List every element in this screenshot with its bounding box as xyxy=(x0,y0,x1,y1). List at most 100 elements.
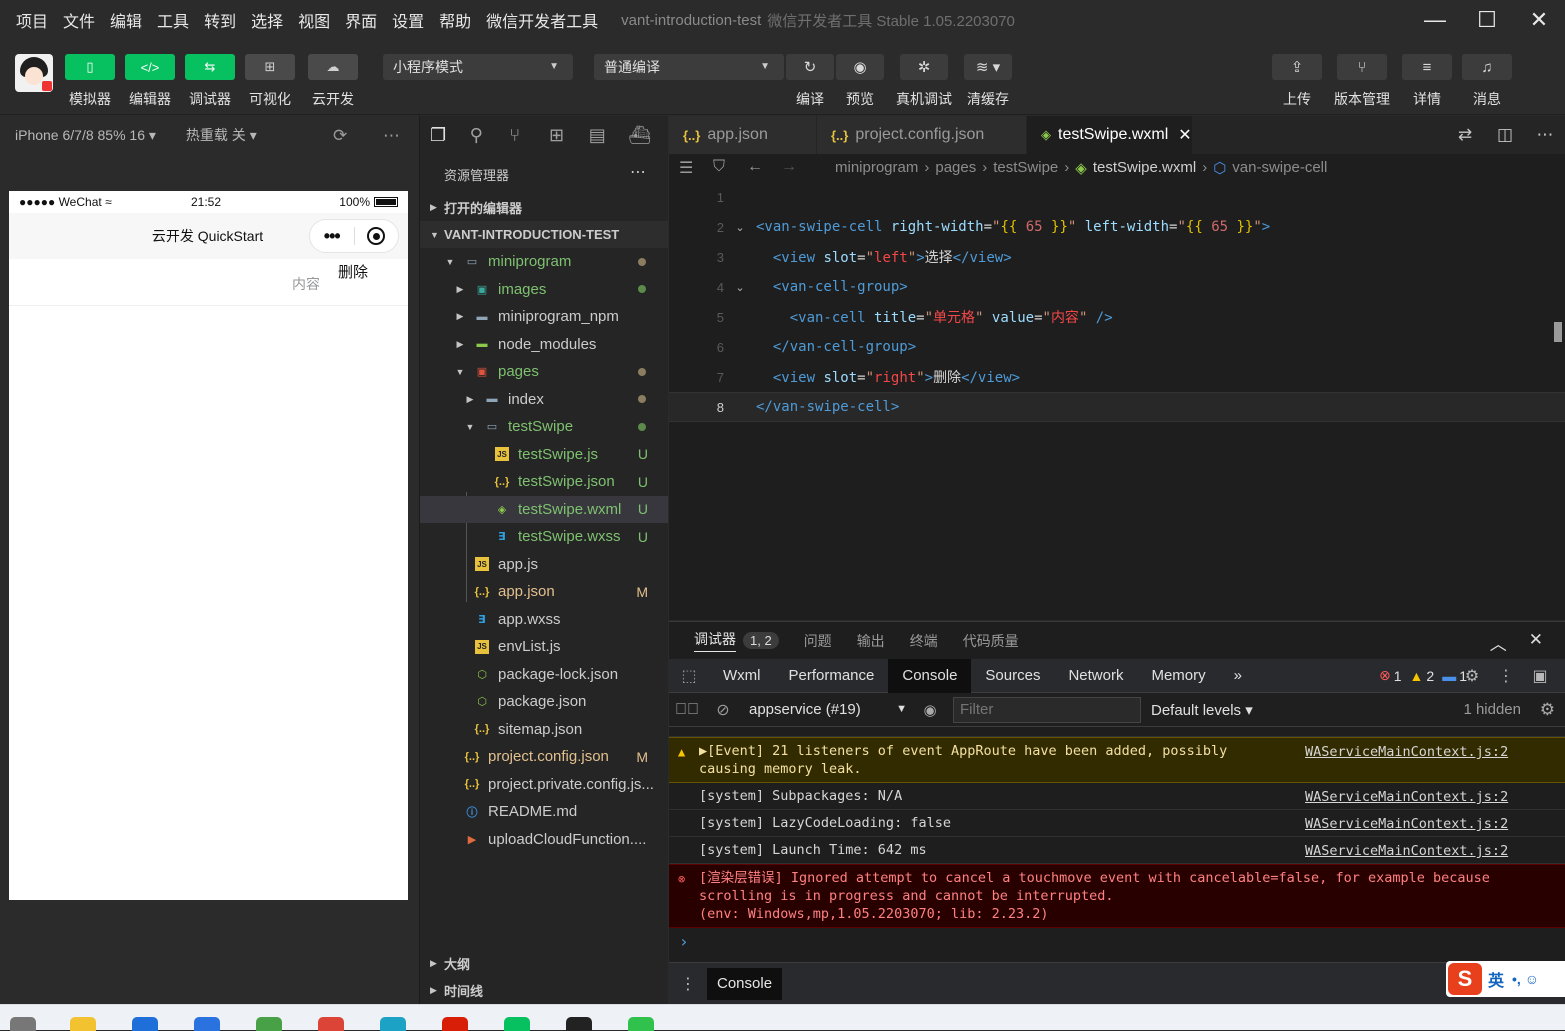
delete-action[interactable]: 删除 xyxy=(338,261,368,282)
menu-item[interactable]: 文件 xyxy=(63,8,95,32)
outline-section[interactable]: ▶ 大纲 xyxy=(420,950,668,977)
tree-item[interactable]: JS app.js xyxy=(420,551,668,579)
tab-terminal[interactable]: 终端 xyxy=(910,631,938,651)
compile-button[interactable]: ↻ xyxy=(786,54,834,80)
edge-app-icon[interactable] xyxy=(380,1017,406,1031)
cloud-toggle-button[interactable]: ☁ xyxy=(308,54,358,80)
app-icon[interactable] xyxy=(256,1017,282,1031)
wechat-app-icon[interactable] xyxy=(628,1017,654,1031)
menu-item[interactable]: 视图 xyxy=(298,8,330,32)
breadcrumb-item[interactable]: pages xyxy=(935,159,976,177)
tree-item[interactable]: ⬡ package-lock.json xyxy=(420,661,668,689)
menu-item[interactable]: 设置 xyxy=(392,8,424,32)
tree-item[interactable]: {..} app.json M xyxy=(420,578,668,606)
ime-toolbar[interactable]: S 英 •, ☺ xyxy=(1446,961,1565,997)
tab-output[interactable]: 输出 xyxy=(857,631,885,651)
user-avatar[interactable] xyxy=(15,54,53,92)
back-arrow-icon[interactable]: ← xyxy=(747,158,781,178)
netease-app-icon[interactable] xyxy=(442,1017,468,1031)
phone-toggle-button[interactable]: ▯ xyxy=(65,54,115,80)
inspect-icon[interactable]: ⬚ xyxy=(669,666,709,686)
upload-button[interactable]: ⇪ xyxy=(1272,54,1322,80)
tree-item[interactable]: ▼ ▭ testSwipe xyxy=(420,413,668,441)
layout-toggle-button[interactable]: ⊞ xyxy=(245,54,295,80)
close-panel-icon[interactable]: ✕ xyxy=(1529,630,1543,655)
open-editors-section[interactable]: ▶ 打开的编辑器 xyxy=(420,194,668,221)
preview-button[interactable]: ◉ xyxy=(836,54,884,80)
mail-app-icon[interactable] xyxy=(132,1017,158,1031)
fold-icon[interactable]: ⌄ xyxy=(724,221,756,234)
branch-button[interactable]: ⑂ xyxy=(1337,54,1387,80)
settings-icon[interactable]: ⚙ xyxy=(1455,666,1489,686)
explorer-app-icon[interactable] xyxy=(70,1017,96,1031)
sidebar-toggle-icon[interactable]: ▶⃞ xyxy=(669,701,705,719)
code-toggle-button[interactable]: </> xyxy=(125,54,175,80)
more-icon[interactable]: ⋯ xyxy=(630,162,646,182)
project-section[interactable]: ▼ VANT-INTRODUCTION-TEST xyxy=(420,221,668,248)
close-mp-icon[interactable] xyxy=(354,227,398,245)
minimize-button[interactable]: — xyxy=(1409,0,1461,40)
console-prompt[interactable]: › xyxy=(669,928,1565,956)
close-tab-icon[interactable]: ✕ xyxy=(1178,125,1191,145)
compile-select[interactable]: 普通编译 ▼ xyxy=(594,54,784,80)
menu-item[interactable]: 工具 xyxy=(157,8,189,32)
breadcrumb-item[interactable]: van-swipe-cell xyxy=(1232,159,1327,177)
collapse-panel-icon[interactable]: ︿ xyxy=(1490,630,1507,655)
tab-debugger[interactable]: 调试器 xyxy=(694,629,736,652)
hot-reload-select[interactable]: 热重载 关 ▾ xyxy=(186,125,257,145)
menu-item[interactable]: 选择 xyxy=(251,8,283,32)
context-select[interactable]: appservice (#19) ▼ xyxy=(749,701,907,718)
drawer-console-tab[interactable]: Console xyxy=(707,967,783,1000)
tab-code-quality[interactable]: 代码质量 xyxy=(963,631,1019,651)
menu-item[interactable]: 界面 xyxy=(345,8,377,32)
breadcrumb-item[interactable]: testSwipe xyxy=(993,159,1058,177)
source-link[interactable]: WAServiceMainContext.js:2 xyxy=(1305,816,1508,832)
tree-item[interactable]: ∃ testSwipe.wxss U xyxy=(420,523,668,551)
devtools-tab-network[interactable]: Network xyxy=(1054,659,1137,693)
breadcrumb-item[interactable]: testSwipe.wxml xyxy=(1093,159,1196,177)
list-icon[interactable]: ☰ xyxy=(679,158,713,178)
dock-icon[interactable]: ▣ xyxy=(1523,666,1557,686)
drawer-menu-icon[interactable]: ⋮ xyxy=(669,974,707,994)
more-icon[interactable]: ⋯ xyxy=(1525,125,1565,145)
more-dots-icon[interactable]: ••• xyxy=(310,226,354,247)
tree-item[interactable]: ▼ ▣ pages xyxy=(420,358,668,386)
tree-item[interactable]: ▶ uploadCloudFunction.... xyxy=(420,826,668,854)
levels-select[interactable]: Default levels ▾ xyxy=(1151,701,1253,719)
tree-item[interactable]: JS envList.js xyxy=(420,633,668,661)
fold-icon[interactable]: ⌄ xyxy=(724,281,756,294)
maximize-button[interactable]: ☐ xyxy=(1461,0,1513,40)
qq-app-icon[interactable] xyxy=(566,1017,592,1031)
tab-testSwipe-wxml[interactable]: ◈ testSwipe.wxml ✕ xyxy=(1027,116,1193,154)
devtools-tab-console[interactable]: Console xyxy=(888,658,972,693)
tree-item[interactable]: {..} sitemap.json xyxy=(420,716,668,744)
store-app-icon[interactable] xyxy=(194,1017,220,1031)
swipe-cell[interactable]: 内容 删除 xyxy=(9,259,408,306)
clear-cache-button[interactable]: ≋ ▾ xyxy=(964,54,1012,80)
code-editor[interactable]: 1 2 ⌄ <van-swipe-cell right-width="{{ 65 }}… xyxy=(669,182,1565,620)
clear-console-icon[interactable]: ⊘ xyxy=(705,700,741,720)
start-icon[interactable] xyxy=(10,1017,36,1031)
tree-item[interactable]: {..} testSwipe.json U xyxy=(420,468,668,496)
files-icon[interactable]: ❐ xyxy=(430,125,470,146)
mode-select[interactable]: 小程序模式 ▼ xyxy=(383,54,573,80)
breadcrumb-item[interactable]: miniprogram xyxy=(835,159,918,177)
rotate-icon[interactable]: ⟳ xyxy=(333,126,347,146)
more-tabs-button[interactable]: » xyxy=(1220,659,1256,693)
menu-button[interactable]: ≡ xyxy=(1402,54,1452,80)
menu-item[interactable]: 帮助 xyxy=(439,8,471,32)
docker-icon[interactable]: ⛴ xyxy=(628,125,668,146)
filter-input[interactable] xyxy=(953,696,1141,723)
kebab-menu-icon[interactable]: ⋮ xyxy=(1489,666,1523,686)
source-link[interactable]: WAServiceMainContext.js:2 xyxy=(1305,744,1508,760)
tree-item[interactable]: ▶ ▬ node_modules xyxy=(420,331,668,359)
storage-icon[interactable]: ▤ xyxy=(589,125,629,146)
tree-item[interactable]: {..} project.private.config.js... xyxy=(420,771,668,799)
source-link[interactable]: WAServiceMainContext.js:2 xyxy=(1305,789,1508,805)
tree-item[interactable]: ⓘ README.md xyxy=(420,798,668,826)
menu-item[interactable]: 微信开发者工具 xyxy=(486,8,598,32)
tree-item[interactable]: ▶ ▬ index xyxy=(420,386,668,414)
timeline-section[interactable]: ▶ 时间线 xyxy=(420,977,668,1004)
devtools-tab-performance[interactable]: Performance xyxy=(775,659,889,693)
tab-app-json[interactable]: {..} app.json xyxy=(669,116,817,154)
